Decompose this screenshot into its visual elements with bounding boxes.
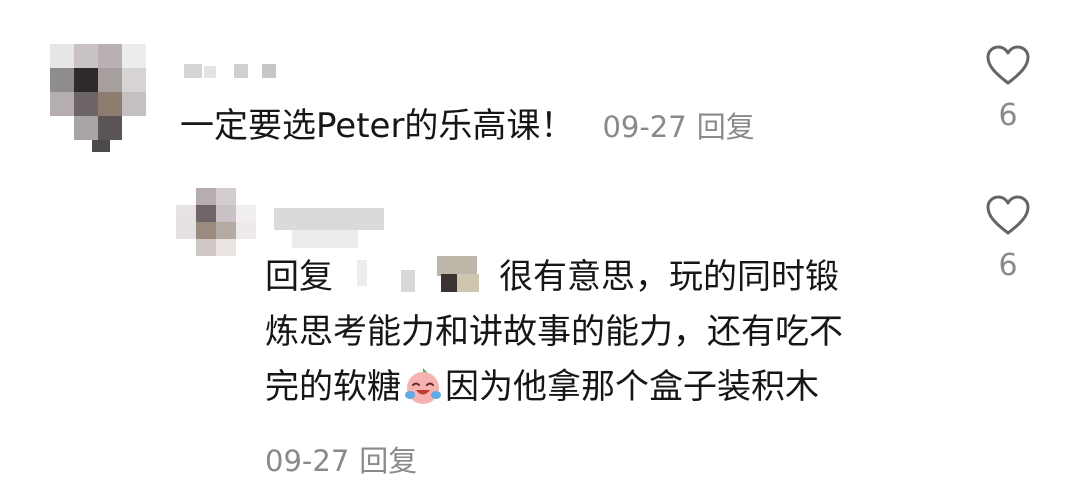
reply-prefix: 回复 [265,257,333,297]
reply-text-line3a: 完的软糖 [265,367,401,407]
avatar[interactable] [50,44,146,140]
reply-line: 回复 很有意思，玩的同时锻 [265,250,945,305]
reply-line: 炼思考能力和讲故事的能力，还有吃不 [265,312,843,352]
like-button[interactable]: 6 [978,194,1038,282]
comment-thread: 一定要选Peter的乐高课！ 09-27 回复 6 回复 很有意思，玩的同时锻 炼思考… [0,0,1080,499]
crying-laughing-emoji-icon [405,368,441,404]
comment-meta: 09-27 回复 [602,110,754,144]
reply-button[interactable]: 回复 [359,444,417,478]
like-count: 6 [998,98,1018,133]
heart-outline-icon[interactable] [985,194,1031,236]
reply-text-line3b: 因为他拿那个盒子装积木 [445,367,819,407]
like-count: 6 [998,248,1018,283]
reply-meta: 09-27 回复 [265,438,417,480]
heart-outline-icon[interactable] [985,44,1031,86]
comment-date: 09-27 [602,110,687,144]
reply-button[interactable]: 回复 [697,110,755,144]
reply-date: 09-27 [265,444,350,478]
reply-line: 完的软糖 因为他拿那个盒子装积木 [265,360,945,415]
avatar[interactable] [176,188,256,256]
comment-text: 一定要选Peter的乐高课！ [180,106,575,146]
comment-body: 一定要选Peter的乐高课！ 09-27 回复 [180,104,755,149]
reply-text-line1: 很有意思，玩的同时锻 [499,257,839,297]
mention-blurred[interactable] [357,254,487,294]
reply-body: 回复 很有意思，玩的同时锻 炼思考能力和讲故事的能力，还有吃不 完的软糖 因为他拿… [265,250,945,415]
like-button[interactable]: 6 [978,44,1038,132]
avatar [92,140,110,152]
